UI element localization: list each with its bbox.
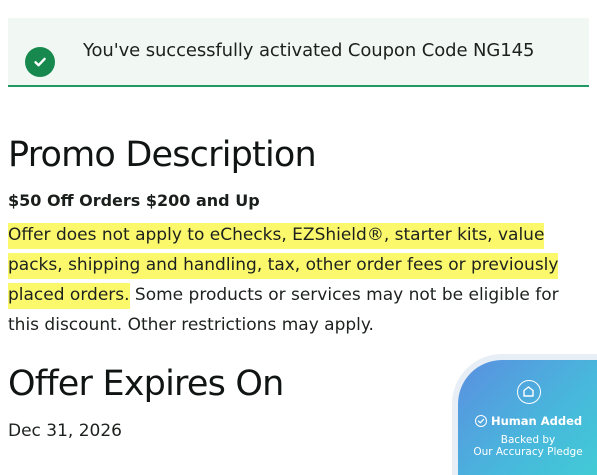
offer-expires-heading: Offer Expires On [8,364,284,404]
human-added-badge[interactable]: Human Added Backed by Our Accuracy Pledg… [458,360,597,475]
promo-terms: Offer does not apply to eChecks, EZShiel… [8,220,593,340]
expiration-date: Dec 31, 2026 [8,421,123,441]
check-circle-icon [475,415,487,427]
alert-message: You've successfully activated Coupon Cod… [83,40,535,61]
promo-offer-title: $50 Off Orders $200 and Up [8,191,260,210]
check-circle-icon [25,47,55,77]
promo-description-heading: Promo Description [8,135,317,175]
coupon-page: You've successfully activated Coupon Cod… [0,0,597,475]
badge-title-text: Human Added [491,414,583,428]
house-logo-icon [517,380,541,404]
badge-line-1: Backed by [500,434,556,446]
badge-subtitle: Backed by Our Accuracy Pledge [468,434,588,458]
badge-line-2: Our Accuracy Pledge [473,446,583,458]
badge-title: Human Added [475,414,582,428]
success-alert: You've successfully activated Coupon Cod… [8,18,589,87]
